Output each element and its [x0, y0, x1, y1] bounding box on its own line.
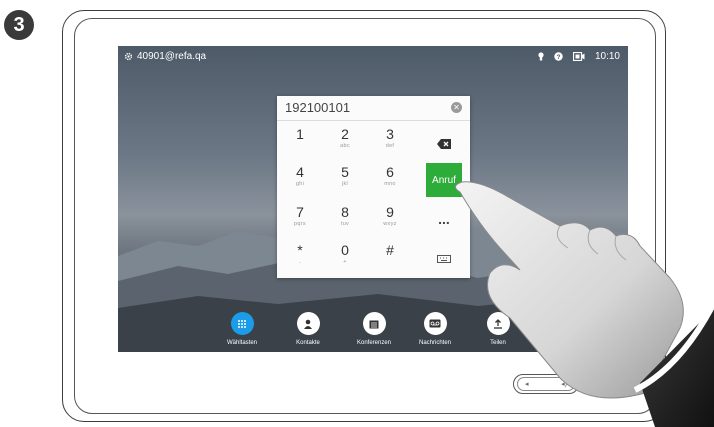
pointing-hand-illustration	[455, 181, 714, 427]
key-digit: 6	[386, 164, 394, 180]
status-right: ? 10:10	[538, 51, 620, 62]
key-digit: 5	[341, 164, 349, 180]
calendar-icon	[362, 312, 386, 335]
key-letters: tuv	[340, 221, 350, 227]
key-letters: def	[385, 143, 395, 149]
nav-label: Kontakte	[296, 340, 320, 346]
system-address: 40901@refa.qa	[137, 51, 207, 62]
nav-label: Wähltasten	[226, 340, 257, 346]
keypad-icon	[230, 312, 254, 335]
key-letters: mno	[384, 181, 396, 187]
entered-number: 192100101	[285, 100, 351, 115]
key-7[interactable]: 7 pqrs	[282, 204, 318, 238]
key-letters: ghi	[295, 181, 305, 187]
nav-label: Konferenzen	[356, 340, 392, 346]
key-letters: jkl	[341, 181, 349, 187]
key-digit: 4	[296, 164, 304, 180]
key-4[interactable]: 4 ghi	[282, 164, 318, 198]
key-3[interactable]: 3 def	[372, 126, 408, 160]
svg-text:?: ?	[556, 54, 560, 61]
key-5[interactable]: 5 jkl	[327, 164, 363, 198]
status-left: 40901@refa.qa	[124, 51, 206, 62]
key-6[interactable]: 6 mno	[372, 164, 408, 198]
key-letters: +	[343, 259, 347, 265]
selfview-camera-icon[interactable]	[572, 52, 585, 61]
key-letters: .	[299, 259, 301, 265]
key-8[interactable]: 8 tuv	[327, 204, 363, 238]
nav-contacts[interactable]: Kontakte	[278, 312, 338, 346]
key-hash[interactable]: #	[372, 242, 408, 276]
clear-input-icon[interactable]: ✕	[451, 102, 462, 113]
key-digit: 9	[386, 204, 394, 220]
key-letters: pqrs	[294, 221, 306, 227]
status-bar: 40901@refa.qa ? 10:10	[118, 46, 628, 68]
lightbulb-icon[interactable]	[538, 52, 544, 61]
key-digit: 7	[296, 204, 304, 220]
key-digit: 2	[341, 126, 349, 142]
key-letters: abc	[340, 143, 350, 149]
key-digit: 1	[296, 126, 304, 142]
key-letters: wxyz	[383, 221, 397, 227]
key-2[interactable]: 2 abc	[327, 126, 363, 160]
clock: 10:10	[594, 51, 620, 62]
key-digit: 0	[341, 242, 349, 258]
person-icon	[296, 312, 320, 335]
key-digit: 3	[386, 126, 394, 142]
key-digit: 8	[341, 204, 349, 220]
key-9[interactable]: 9 wxyz	[372, 204, 408, 238]
key-digit: *	[297, 242, 303, 258]
help-icon[interactable]: ?	[554, 52, 563, 61]
key-star[interactable]: * .	[282, 242, 318, 276]
key-1[interactable]: 1	[282, 126, 318, 160]
backspace-icon[interactable]	[426, 133, 462, 155]
number-input[interactable]: 192100101 ✕	[277, 96, 470, 121]
nav-conferences[interactable]: Konferenzen	[344, 312, 404, 346]
key-digit: #	[386, 242, 394, 258]
step-number-badge: 3	[4, 10, 34, 40]
nav-dialpad[interactable]: Wähltasten	[212, 312, 272, 346]
key-0[interactable]: 0 +	[327, 242, 363, 276]
settings-gear-icon[interactable]	[124, 52, 133, 61]
